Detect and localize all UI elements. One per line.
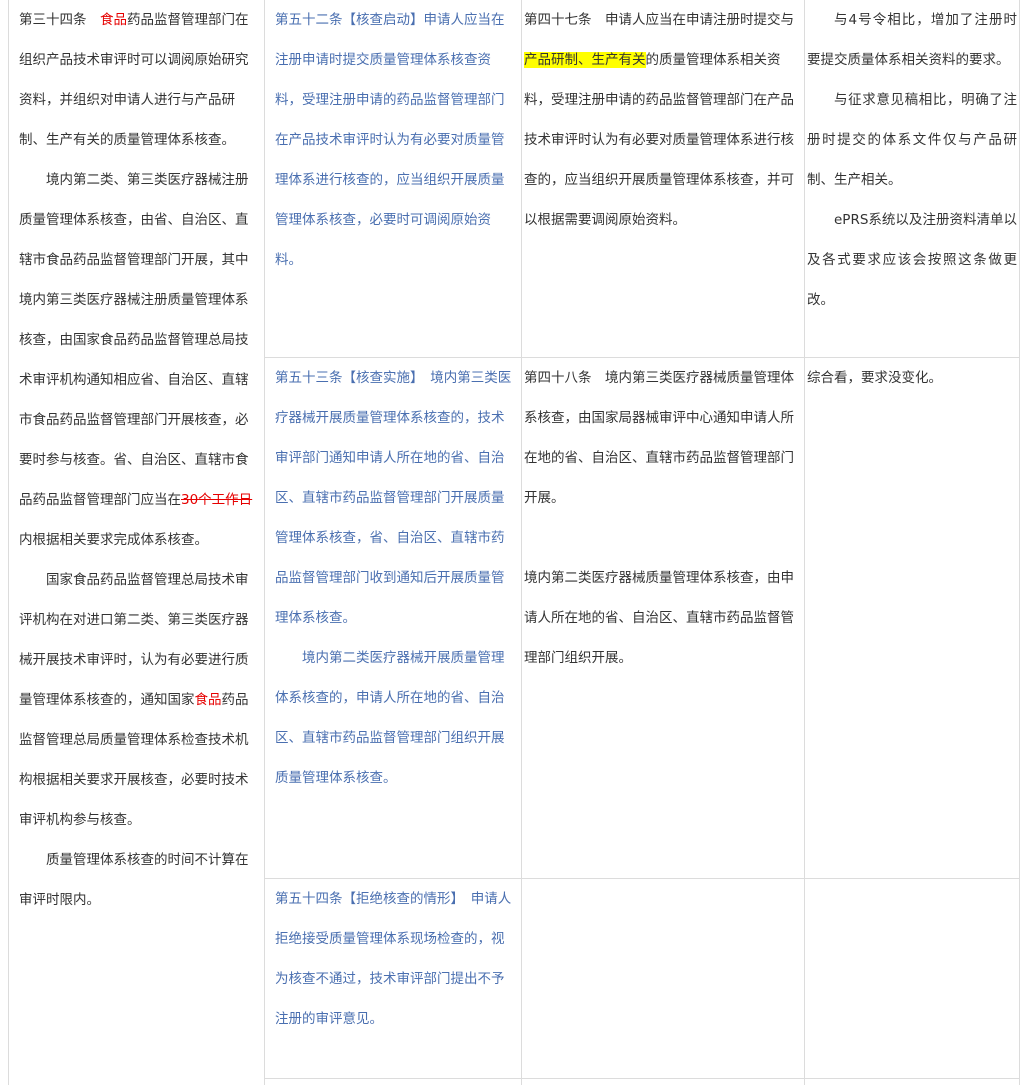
col2-article-53: 第五十三条【核查实施】 境内第三类医疗器械开展质量管理体系核查的，技术审评部门通… <box>275 370 512 626</box>
col1-p1-text-rest: 药品监督管理部门在组织产品技术审评时可以调阅原始研究资料，并组织对申请人进行与产… <box>19 12 249 148</box>
col3-spacer <box>524 518 804 558</box>
col1-p2-text: 境内第二类、第三类医疗器械注册质量管理体系核查，由省、自治区、直辖市食品药品监督… <box>19 172 249 508</box>
col1-p2-text-rest: 内根据相关要求完成体系核查。 <box>19 532 208 548</box>
col4-comment-2: 与征求意见稿相比，明确了注册时提交的体系文件仅与产品研制、生产相关。 <box>807 92 1017 188</box>
col3-article-47: 第四十七条 申请人应当在申请注册时提交与产品研制、生产有关的质量管理体系相关资料… <box>524 0 804 240</box>
col1-paragraph-3: 国家食品药品监督管理总局技术审评机构在对进口第二类、第三类医疗器械开展技术审评时… <box>19 560 256 840</box>
col2-article-54: 第五十四条【拒绝核查的情形】 申请人拒绝接受质量管理体系现场检查的，视为核查不通… <box>275 891 512 1027</box>
col3-article-48-p2: 境内第二类医疗器械质量管理体系核查，由申请人所在地的省、自治区、直辖市药品监督管… <box>524 570 794 666</box>
col3-r1-text-rest: 的质量管理体系相关资料，受理注册申请的药品监督管理部门在产品技术审评时认为有必要… <box>524 52 794 228</box>
col4-row1-cell: 与4号令相比，增加了注册时要提交质量体系相关资料的要求。 与征求意见稿相比，明确… <box>804 0 1020 357</box>
col3-r1-highlight: 产品研制、生产有关 <box>524 52 646 68</box>
col3-row2-cell: 第四十八条 境内第三类医疗器械质量管理体系核查，由国家局器械审评中心通知申请人所… <box>521 357 804 878</box>
col2-row3-cell: 第五十四条【拒绝核查的情形】 申请人拒绝接受质量管理体系现场检查的，视为核查不通… <box>264 878 521 1078</box>
col1-cell: 第三十四条 食品药品监督管理部门在组织产品技术审评时可以调阅原始研究资料，并组织… <box>8 0 264 1085</box>
col1-article-34: 第三十四条 食品药品监督管理部门在组织产品技术审评时可以调阅原始研究资料，并组织… <box>19 0 256 160</box>
col2-article-53-p2: 境内第二类医疗器械开展质量管理体系核查的，申请人所在地的省、自治区、直辖市药品监… <box>275 650 505 786</box>
col4-row3-cell <box>804 878 1020 1078</box>
col4-comment-4: 综合看，要求没变化。 <box>807 370 942 386</box>
col1-paragraph-4: 质量管理体系核查的时间不计算在审评时限内。 <box>19 852 249 908</box>
col4-row4-cell <box>804 1078 1020 1085</box>
col3-r1-text: 第四十七条 申请人应当在申请注册时提交与 <box>524 12 794 28</box>
col1-paragraph-2: 境内第二类、第三类医疗器械注册质量管理体系核查，由省、自治区、直辖市食品药品监督… <box>19 160 256 560</box>
col2-row4-cell <box>264 1078 521 1085</box>
col1-p3-text: 国家食品药品监督管理总局技术审评机构在对进口第二类、第三类医疗器械开展技术审评时… <box>19 572 249 708</box>
col3-article-48: 第四十八条 境内第三类医疗器械质量管理体系核查，由国家局器械审评中心通知申请人所… <box>524 370 794 506</box>
col2-row2-cell: 第五十三条【核查实施】 境内第三类医疗器械开展质量管理体系核查的，技术审评部门通… <box>264 357 521 878</box>
col1-p1-text: 第三十四条 <box>19 12 100 28</box>
col3-row3-cell <box>521 878 804 1078</box>
col1-p3-text-rest: 药品监督管理总局质量管理体系检查技术机构根据相关要求开展核查，必要时技术审评机构… <box>19 692 249 828</box>
col4-comment-3: ePRS系统以及注册资料清单以及各式要求应该会按照这条做更改。 <box>807 212 1017 308</box>
col2-article-52: 第五十二条【核查启动】申请人应当在注册申请时提交质量管理体系核查资料，受理注册申… <box>275 12 505 268</box>
col1-p3-deleted: 食品 <box>194 692 222 708</box>
col3-row1-cell: 第四十七条 申请人应当在申请注册时提交与产品研制、生产有关的质量管理体系相关资料… <box>521 0 804 357</box>
col3-row4-cell <box>521 1078 804 1085</box>
col1-p2-struck: 30个工作日 <box>181 492 253 508</box>
col4-comment-1: 与4号令相比，增加了注册时要提交质量体系相关资料的要求。 <box>807 12 1017 68</box>
col1-p1-deleted: 食品 <box>100 12 127 28</box>
col4-row2-cell: 综合看，要求没变化。 <box>804 357 1020 878</box>
col2-row1-cell: 第五十二条【核查启动】申请人应当在注册申请时提交质量管理体系核查资料，受理注册申… <box>264 0 521 357</box>
